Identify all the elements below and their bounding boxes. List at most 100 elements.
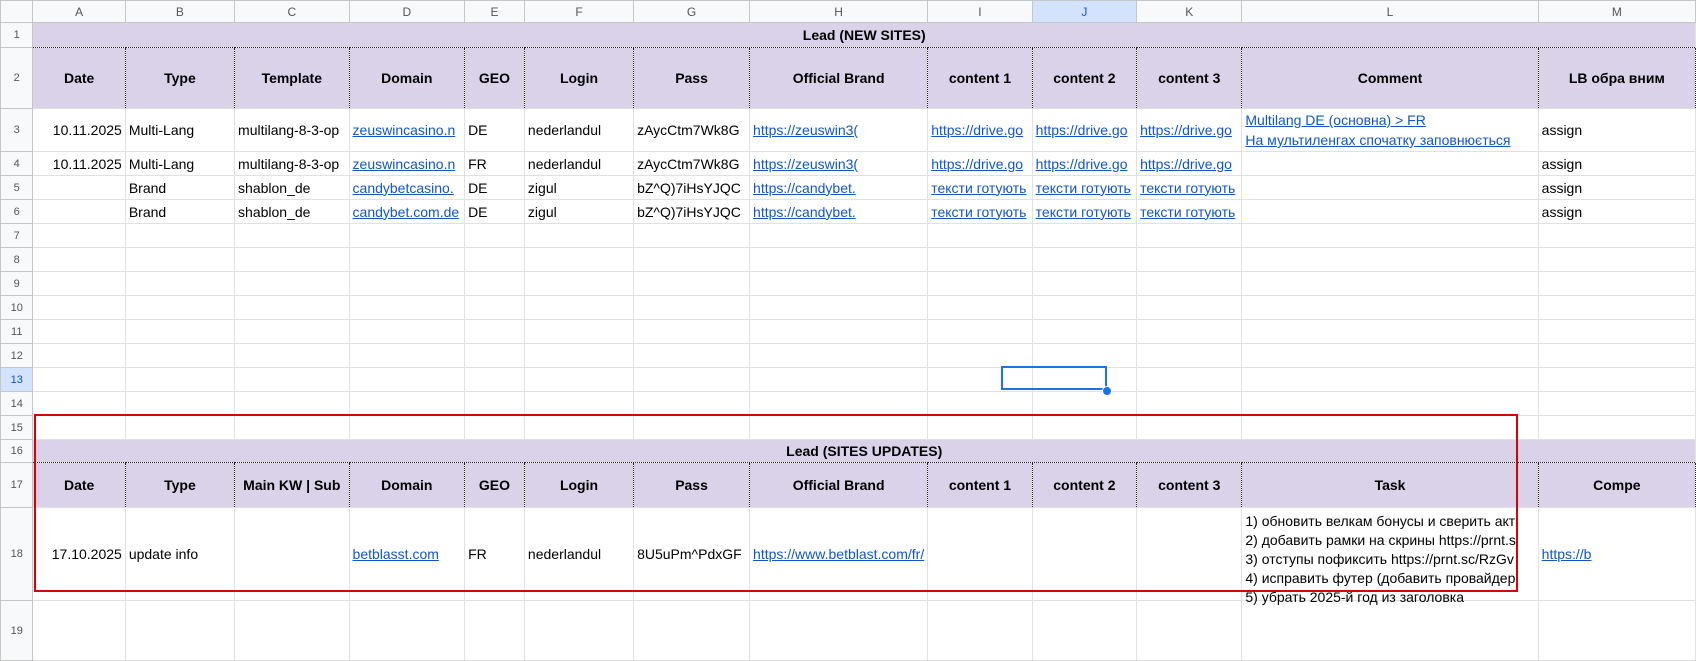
cell[interactable]: candybetcasino. [348,175,466,200]
cell[interactable] [234,295,350,320]
row-header-19[interactable]: 19 [0,600,34,661]
cell[interactable] [464,367,525,392]
column-header-g[interactable]: G [633,0,751,23]
cell[interactable] [523,247,635,272]
cell[interactable]: https://candybet. [749,199,929,224]
cell[interactable] [1241,391,1539,416]
cell[interactable]: bZ^Q)7iHsYJQC [633,199,751,224]
cell[interactable]: Brand [124,175,236,200]
column-header-f[interactable]: F [523,0,635,23]
cell[interactable] [749,271,929,296]
column-header-d[interactable]: D [348,0,466,23]
link[interactable]: zeuswincasino.n [353,122,456,138]
cell[interactable]: Brand [124,199,236,224]
cell[interactable] [464,391,525,416]
cell[interactable] [927,295,1033,320]
cell[interactable] [1031,223,1138,248]
cell[interactable]: тексти готують [1031,175,1138,200]
row-header-8[interactable]: 8 [0,247,34,272]
row-header-14[interactable]: 14 [0,391,34,416]
cell[interactable] [1031,600,1138,661]
cell[interactable] [32,175,126,200]
cell[interactable] [927,600,1033,661]
column-header-m[interactable]: M [1537,0,1696,23]
cell[interactable] [523,223,635,248]
cell[interactable] [1537,271,1696,296]
cell[interactable] [633,295,751,320]
cell[interactable] [633,319,751,344]
cell[interactable]: assign [1537,108,1696,152]
cell[interactable] [124,367,236,392]
cell[interactable] [1136,223,1243,248]
cell[interactable] [1136,391,1243,416]
link[interactable]: https://candybet. [753,180,856,196]
cell[interactable]: FR [464,151,525,176]
link[interactable]: тексти готують [931,204,1026,220]
cell[interactable] [1136,367,1243,392]
link[interactable]: https://b [1542,546,1592,562]
cell[interactable] [1031,271,1138,296]
link[interactable]: https://www.betblast.com/fr/ [753,546,924,562]
cell[interactable] [234,319,350,344]
link[interactable]: тексти готують [1140,204,1235,220]
cell[interactable] [1537,223,1696,248]
cell[interactable] [927,343,1033,368]
cell[interactable] [523,367,635,392]
link[interactable]: тексти готують [1140,180,1235,196]
column-header-h[interactable]: H [749,0,929,23]
cell[interactable] [749,367,929,392]
comment-link[interactable]: Multilang DE (основна) > FR [1245,110,1534,130]
cell[interactable]: https://candybet. [749,175,929,200]
cell[interactable]: zAycCtm7Wk8G [633,151,751,176]
link[interactable]: zeuswincasino.n [353,156,456,172]
cell[interactable]: assign [1537,151,1696,176]
cell[interactable]: assign [1537,199,1696,224]
cell[interactable] [464,271,525,296]
column-header-e[interactable]: E [464,0,525,23]
cell[interactable]: https://www.betblast.com/fr/ [749,507,929,601]
cell[interactable]: https://zeuswin3( [749,151,929,176]
cell[interactable] [633,415,751,440]
link[interactable]: https://drive.go [1140,156,1232,172]
cell[interactable] [749,319,929,344]
cell[interactable]: тексти готують [927,175,1033,200]
cell[interactable]: nederlandul [523,507,635,601]
cell[interactable] [523,295,635,320]
cell[interactable]: zeuswincasino.n [348,151,466,176]
cell[interactable] [464,319,525,344]
cell[interactable]: 17.10.2025 [32,507,126,601]
cell[interactable]: 10.11.2025 [32,108,126,152]
cell[interactable]: Multi-Lang [124,108,236,152]
link[interactable]: betblasst.com [353,546,439,562]
cell[interactable] [633,600,751,661]
cell[interactable] [32,415,126,440]
cell[interactable] [464,223,525,248]
cell[interactable] [927,223,1033,248]
cell[interactable] [523,319,635,344]
cell[interactable] [1241,199,1539,224]
link[interactable]: тексти готують [931,180,1026,196]
cell[interactable] [523,391,635,416]
cell[interactable]: DE [464,199,525,224]
cell[interactable] [32,223,126,248]
row-header-3[interactable]: 3 [0,108,34,152]
cell[interactable] [1241,271,1539,296]
column-header-i[interactable]: I [927,0,1033,23]
column-header-b[interactable]: B [124,0,236,23]
cell[interactable]: candybet.com.de [348,199,466,224]
cell[interactable]: multilang-8-3-op [234,151,350,176]
cell[interactable] [32,343,126,368]
cell[interactable]: zeuswincasino.n [348,108,466,152]
cell[interactable] [32,199,126,224]
cell[interactable] [633,247,751,272]
cell[interactable] [1537,391,1696,416]
cell[interactable] [348,295,466,320]
cell[interactable] [1031,507,1138,601]
link[interactable]: тексти готують [1036,204,1131,220]
cell[interactable] [1537,295,1696,320]
link[interactable]: https://drive.go [1140,122,1232,138]
row-header-6[interactable]: 6 [0,199,34,224]
cell[interactable] [927,271,1033,296]
cell[interactable]: shablon_de [234,175,350,200]
link[interactable]: https://zeuswin3( [753,156,858,172]
